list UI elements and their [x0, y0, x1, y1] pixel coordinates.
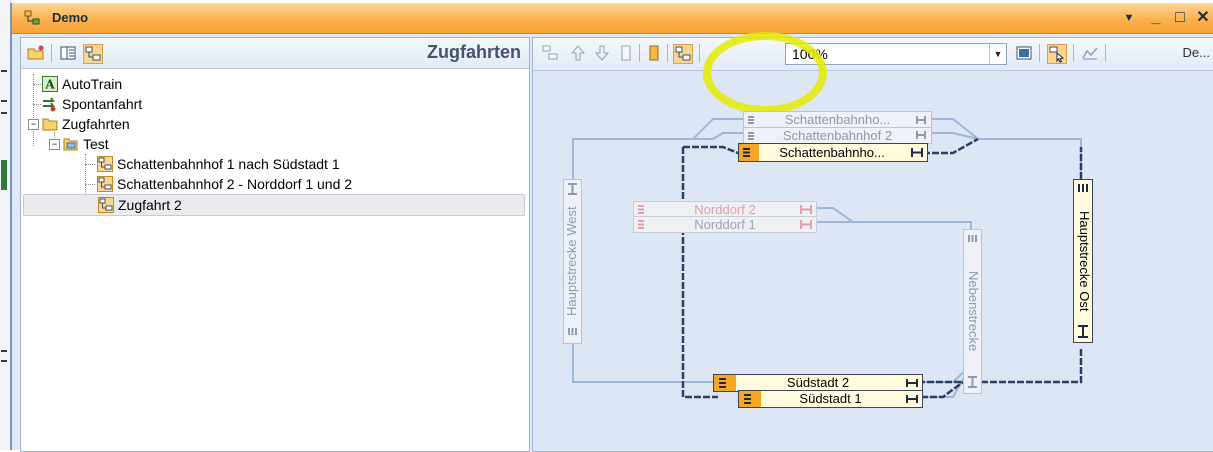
block-connector-icon	[796, 217, 816, 232]
tree-item-route[interactable]: Schattenbahnhof 2 - Norddorf 1 und 2	[21, 174, 521, 194]
list-view-icon[interactable]	[59, 44, 77, 62]
block-connector-icon	[739, 144, 759, 161]
collapse-icon[interactable]: −	[49, 139, 60, 150]
spontaneous-route-icon	[43, 97, 56, 112]
route-view-icon[interactable]	[673, 44, 693, 64]
block-connector-icon	[744, 128, 764, 143]
tree-item-route[interactable]: Schattenbahnhof 1 nach Südstadt 1	[21, 154, 521, 174]
tree-item-label: Zugfahrt 2	[118, 197, 182, 213]
svg-text:A: A	[44, 78, 55, 92]
block-connector-icon	[564, 323, 581, 343]
block-label: Hauptstrecke West	[564, 206, 579, 317]
track-block-nebenstrecke[interactable]: Nebenstrecke	[963, 229, 982, 394]
track-block-schattenbahnhof-active[interactable]: Schattenbahnho...	[738, 143, 928, 162]
graph-icon[interactable]	[1081, 44, 1099, 62]
block-empty-icon[interactable]	[617, 44, 635, 62]
tree-item-test[interactable]: − Test	[21, 134, 521, 154]
close-button[interactable]: ✕	[1192, 8, 1213, 28]
block-connector-icon	[744, 112, 764, 128]
block-connector-icon	[634, 202, 654, 217]
tree-view-icon[interactable]	[83, 44, 103, 64]
track-block-norddorf-1[interactable]: Norddorf 1	[633, 216, 817, 233]
block-connector-icon	[911, 112, 931, 128]
move-up-icon[interactable]	[569, 44, 587, 62]
route-icon	[98, 197, 114, 213]
track-block-schattenbahnhof-2[interactable]: Schattenbahnhof 2	[743, 127, 932, 144]
tree-item-spontanfahrt[interactable]: Spontanfahrt	[21, 94, 521, 114]
title-bar[interactable]: Demo ▼ _ □ ✕	[12, 3, 1213, 34]
arrange-icon[interactable]	[541, 44, 559, 62]
tree-item-zugfahrten[interactable]: − Zugfahrten	[21, 114, 521, 134]
track-diagram: Schattenbahnho... Schattenbahnhof 2 Scha…	[533, 71, 1213, 451]
block-connector-icon	[634, 217, 654, 232]
move-down-icon[interactable]	[593, 44, 611, 62]
tree-item-label: Schattenbahnhof 2 - Norddorf 1 und 2	[117, 176, 353, 192]
diagram-toolbar: 100% ▼ De...	[533, 32, 1213, 114]
window-menu-button[interactable]: ▼	[1118, 8, 1140, 28]
toolbar-overflow-button[interactable]: De...	[1183, 45, 1210, 60]
track-block-suedstadt-1[interactable]: Südstadt 1	[738, 390, 923, 408]
block-connector-icon	[739, 391, 761, 407]
block-connector-icon	[964, 373, 981, 393]
block-connector-icon	[964, 230, 981, 250]
block-connector-icon	[1074, 322, 1092, 342]
tree-item-label: Schattenbahnhof 1 nach Südstadt 1	[117, 156, 340, 172]
block-label: Norddorf 2	[694, 202, 756, 217]
app-window: Demo ▼ _ □ ✕ Zugfahrten A AutoTrain Spon…	[10, 3, 1213, 452]
tree-item-label: Test	[83, 136, 109, 152]
panel-title: Zugfahrten	[427, 42, 521, 62]
autotrain-icon: A	[42, 76, 58, 92]
block-connector-icon	[911, 128, 931, 143]
tree-toolbar: Zugfahrten	[21, 38, 529, 69]
block-label: Norddorf 1	[694, 217, 756, 232]
route-icon	[97, 156, 113, 172]
chevron-down-icon[interactable]: ▼	[989, 44, 1006, 64]
block-connector-icon	[714, 375, 736, 391]
track-block-hauptstrecke-west[interactable]: Hauptstrecke West	[563, 179, 582, 344]
route-tree-panel: Zugfahrten A AutoTrain Spontanfahrt − Zu…	[20, 37, 530, 452]
tree-item-route-selected[interactable]: Zugfahrt 2	[23, 194, 525, 216]
route-icon	[97, 176, 113, 192]
tree-item-label: Spontanfahrt	[62, 96, 143, 112]
block-connector-icon	[1074, 180, 1092, 200]
maximize-button[interactable]: □	[1169, 8, 1191, 28]
fit-window-icon[interactable]	[1015, 44, 1033, 62]
folder-open-icon	[63, 138, 78, 151]
block-label: Schattenbahnho...	[784, 112, 891, 127]
block-label: Schattenbahnho...	[779, 145, 885, 160]
minimize-button[interactable]: _	[1145, 8, 1167, 28]
open-folder-icon[interactable]	[27, 44, 45, 62]
app-icon	[24, 10, 40, 25]
block-connector-icon	[796, 202, 816, 217]
block-label: Schattenbahnhof 2	[782, 128, 893, 143]
collapse-icon[interactable]: −	[28, 119, 39, 130]
block-label: Südstadt 1	[799, 391, 862, 406]
tree-item-label: AutoTrain	[62, 76, 123, 92]
block-label: Südstadt 2	[786, 375, 850, 390]
block-connector-icon	[564, 180, 581, 200]
folder-icon	[42, 118, 58, 131]
block-connector-icon	[907, 144, 927, 161]
block-connector-icon	[902, 375, 922, 391]
block-highlight-icon[interactable]	[645, 44, 663, 62]
block-connector-icon	[902, 391, 922, 407]
block-label: Hauptstrecke Ost	[1077, 210, 1092, 312]
tree-item-label: Zugfahrten	[62, 116, 130, 132]
block-label: Nebenstrecke	[966, 271, 981, 352]
tree-item-autotrain[interactable]: A AutoTrain	[21, 74, 521, 94]
window-title: Demo	[52, 10, 89, 25]
select-route-icon[interactable]	[1047, 44, 1067, 64]
track-block-hauptstrecke-ost[interactable]: Hauptstrecke Ost	[1073, 179, 1093, 343]
track-diagram-panel: 100% ▼ De... Schattenbahnho... Schattenb…	[532, 32, 1213, 452]
